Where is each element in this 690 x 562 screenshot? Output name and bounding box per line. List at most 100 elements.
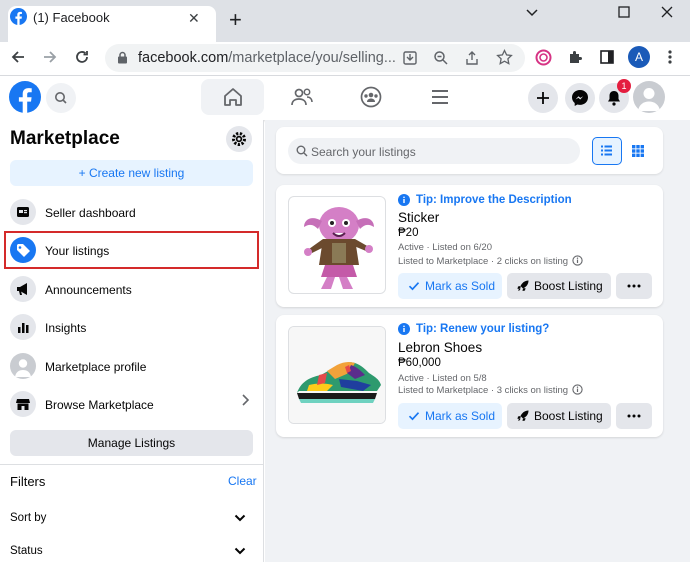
window-close-icon[interactable] — [660, 5, 674, 19]
chevron-down-icon[interactable] — [234, 546, 246, 556]
side-panel-icon[interactable] — [599, 49, 615, 65]
check-icon — [408, 412, 420, 421]
info-outline-icon[interactable] — [572, 384, 583, 395]
menu-icon[interactable] — [429, 86, 451, 108]
list-view-button[interactable] — [592, 137, 622, 165]
search-icon — [296, 145, 308, 157]
chevron-down-icon[interactable] — [234, 513, 246, 523]
chevron-right-icon[interactable] — [241, 393, 251, 407]
boost-listing-label: Boost Listing — [534, 279, 603, 293]
divider — [0, 464, 264, 465]
listing-image-lebron-shoes[interactable] — [288, 326, 386, 424]
listing-price: ₱60,000 — [398, 357, 441, 369]
plus-icon — [537, 92, 549, 104]
forward-arrow-icon[interactable] — [42, 49, 58, 65]
create-new-listing-button[interactable]: + Create new listing — [10, 160, 253, 186]
listing-tip-link[interactable]: Tip: Improve the Description — [416, 194, 572, 206]
messenger-button[interactable] — [565, 83, 595, 113]
sidebar-item-label: Insights — [45, 321, 87, 335]
notification-badge: 1 — [617, 79, 631, 93]
listing-status: Active · Listed on 6/20 — [398, 242, 492, 253]
dashboard-icon — [10, 199, 36, 225]
list-view-icon — [601, 145, 612, 156]
listing-price: ₱20 — [398, 227, 419, 239]
listing-title[interactable]: Sticker — [398, 210, 439, 225]
info-outline-icon[interactable] — [572, 255, 583, 266]
nav-home-tab[interactable] — [201, 79, 264, 115]
gear-icon — [232, 132, 246, 146]
clear-filters-link[interactable]: Clear — [228, 474, 257, 488]
rocket-icon — [517, 280, 529, 291]
listing-clicks: Listed to Marketplace · 2 clicks on list… — [398, 256, 569, 267]
sidebar-item-announcements[interactable] — [0, 270, 264, 308]
url-text: facebook.com/marketplace/you/selling... — [138, 50, 396, 66]
mark-as-sold-label: Mark as Sold — [425, 279, 496, 293]
more-options-button[interactable] — [616, 273, 652, 299]
listing-clicks: Listed to Marketplace · 3 clicks on list… — [398, 385, 569, 396]
facebook-search-button[interactable] — [46, 83, 76, 113]
mark-as-sold-button[interactable]: Mark as Sold — [398, 403, 502, 429]
manage-listings-button[interactable]: Manage Listings — [10, 430, 253, 456]
kebab-menu-icon[interactable] — [662, 49, 678, 65]
info-icon — [398, 323, 410, 335]
sidebar-item-insights[interactable] — [0, 308, 264, 346]
puzzle-extension-icon[interactable] — [567, 49, 583, 65]
more-options-button[interactable] — [616, 403, 652, 429]
sort-by-filter[interactable]: Sort by — [10, 512, 46, 524]
home-icon — [223, 88, 242, 106]
sidebar-item-label: Seller dashboard — [45, 206, 136, 220]
url-path: /marketplace/you/selling... — [228, 50, 396, 66]
sidebar-item-label: Announcements — [45, 283, 132, 297]
boost-listing-label: Boost Listing — [534, 409, 603, 423]
settings-button[interactable] — [226, 126, 252, 152]
listing-tip-link[interactable]: Tip: Renew your listing? — [416, 323, 549, 335]
url-host: facebook.com — [138, 50, 229, 66]
boost-listing-button[interactable]: Boost Listing — [507, 273, 611, 299]
friends-icon[interactable] — [290, 86, 314, 108]
status-filter[interactable]: Status — [10, 545, 43, 557]
listing-image-sticker[interactable] — [288, 196, 386, 294]
lock-icon[interactable] — [117, 51, 128, 64]
megaphone-icon — [10, 276, 36, 302]
search-placeholder: Search your listings — [311, 145, 416, 159]
highlight-box — [4, 231, 259, 269]
browser-profile-avatar[interactable]: A — [628, 46, 650, 68]
insights-icon — [10, 314, 36, 340]
share-icon[interactable] — [464, 50, 480, 66]
bookmark-star-icon[interactable] — [496, 49, 513, 66]
rocket-icon — [517, 410, 529, 421]
listing-status: Active · Listed on 5/8 — [398, 373, 487, 384]
store-icon — [10, 391, 36, 417]
account-avatar[interactable] — [633, 81, 665, 113]
extension-ring-icon[interactable] — [535, 49, 552, 66]
mark-as-sold-button[interactable]: Mark as Sold — [398, 273, 502, 299]
groups-icon[interactable] — [359, 86, 383, 108]
facebook-favicon-icon — [10, 8, 27, 25]
more-dots-icon — [627, 284, 641, 288]
sidebar-item-label: Marketplace profile — [45, 360, 147, 374]
listing-title[interactable]: Lebron Shoes — [398, 340, 482, 355]
grid-view-button[interactable] — [624, 137, 652, 165]
create-button[interactable] — [528, 83, 558, 113]
boost-listing-button[interactable]: Boost Listing — [507, 403, 611, 429]
sidebar-item-label: Browse Marketplace — [45, 398, 154, 412]
profile-icon — [10, 353, 36, 379]
more-dots-icon — [627, 414, 641, 418]
facebook-logo-icon[interactable] — [9, 81, 41, 113]
tab-title: (1) Facebook — [33, 10, 110, 25]
install-app-icon[interactable] — [402, 50, 418, 66]
info-icon — [398, 194, 410, 206]
messenger-icon — [572, 90, 588, 106]
reload-icon[interactable] — [74, 49, 90, 65]
tab-close-icon[interactable]: ✕ — [188, 10, 200, 27]
mark-as-sold-label: Mark as Sold — [425, 409, 496, 423]
grid-view-icon — [632, 145, 644, 157]
new-tab-icon[interactable]: + — [229, 9, 242, 31]
zoom-icon[interactable] — [433, 50, 449, 66]
chevron-down-icon[interactable] — [525, 5, 539, 19]
check-icon — [408, 282, 420, 291]
maximize-icon[interactable] — [617, 5, 631, 19]
filters-heading: Filters — [10, 474, 46, 489]
page-title: Marketplace — [10, 128, 120, 149]
back-arrow-icon[interactable] — [10, 49, 26, 65]
